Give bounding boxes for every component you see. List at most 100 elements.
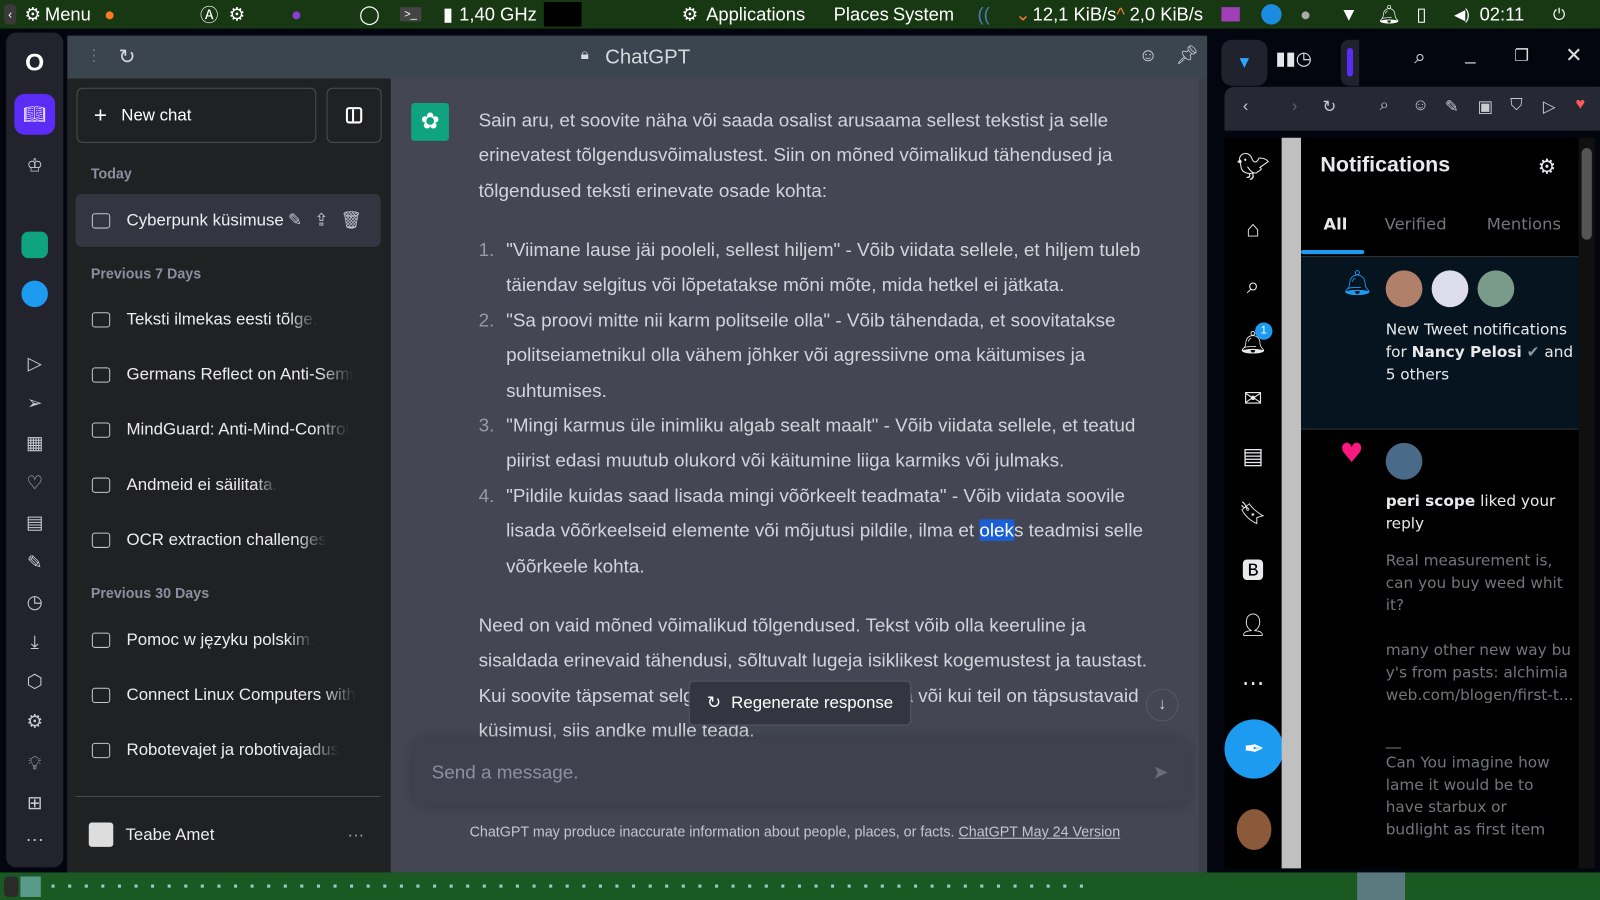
show-desktop-icon[interactable] bbox=[20, 876, 41, 897]
tab-active[interactable] bbox=[1340, 39, 1360, 86]
search-icon[interactable]: ⌕ bbox=[1414, 46, 1425, 69]
chat-item[interactable]: Pomoc w języku polskim. bbox=[76, 613, 381, 666]
avatar[interactable] bbox=[1477, 270, 1515, 308]
power-icon[interactable]: ⏻ bbox=[1553, 6, 1565, 23]
home-icon[interactable]: ⌂ bbox=[1237, 213, 1270, 246]
chatgpt-sidebar-button[interactable] bbox=[14, 224, 55, 265]
share-icon[interactable]: ⇪ bbox=[314, 210, 328, 230]
settings-icon[interactable]: ⚙ bbox=[14, 701, 55, 742]
chat-item[interactable]: Teksti ilmekas eesti tõlge. bbox=[76, 293, 381, 346]
clock[interactable]: 02:11 bbox=[1480, 4, 1525, 25]
applications-menu[interactable]: Applications bbox=[706, 4, 805, 25]
chat-item[interactable]: Connect Linux Computers with bbox=[76, 668, 381, 721]
history-icon[interactable]: ◷ bbox=[14, 582, 55, 623]
shield-icon[interactable]: ⛉ bbox=[1510, 97, 1522, 115]
hide-sidebar-button[interactable] bbox=[326, 87, 382, 143]
drag-handle-icon[interactable]: ⋮ bbox=[86, 46, 102, 66]
reader-icon[interactable]: 📖︎ bbox=[14, 93, 56, 135]
news-icon[interactable]: ▤ bbox=[14, 502, 55, 543]
player-icon[interactable]: ▷ bbox=[14, 343, 55, 384]
notification-bell-icon[interactable]: 🔔︎ bbox=[1378, 4, 1401, 25]
emoji-icon[interactable]: ☺ bbox=[1412, 97, 1429, 115]
emoji-icon[interactable]: ☺ bbox=[1139, 45, 1158, 66]
feed-scrollbar[interactable] bbox=[1578, 137, 1595, 869]
settings-gear-icon[interactable]: ⚙ bbox=[1538, 154, 1556, 180]
taskbar-window-list[interactable]: ▪▪▪▪▪▪▪▪▪▪▪▪▪▪▪▪▪▪▪▪▪▪▪▪▪▪▪▪▪▪▪▪▪▪▪▪▪▪▪▪… bbox=[51, 879, 1096, 893]
download-icon[interactable]: ⤓ bbox=[14, 621, 55, 662]
new-chat-button[interactable]: + New chat bbox=[76, 87, 317, 143]
tab-all[interactable]: All bbox=[1323, 214, 1347, 233]
more-options-icon[interactable]: ··· bbox=[347, 825, 364, 844]
panel-left-arrow[interactable]: ‹ bbox=[4, 4, 17, 25]
back-icon[interactable]: ‹ bbox=[1243, 98, 1248, 116]
close-icon[interactable]: ✕ bbox=[1565, 43, 1582, 69]
twitter-logo-icon[interactable]: 🐦︎ bbox=[1236, 150, 1270, 183]
volume-icon[interactable]: ◀) bbox=[1454, 6, 1470, 23]
places-menu[interactable]: Places bbox=[834, 4, 889, 25]
user-menu[interactable]: Teabe Amet ··· bbox=[76, 811, 381, 858]
messages-mail-icon[interactable]: ✉ bbox=[1237, 383, 1270, 416]
tor-icon[interactable]: ● bbox=[291, 4, 302, 25]
scrollbar[interactable] bbox=[1198, 78, 1208, 873]
heart-icon[interactable]: ♥ bbox=[1575, 96, 1585, 114]
account-avatar[interactable] bbox=[1236, 809, 1272, 850]
forward-icon[interactable]: › bbox=[1292, 98, 1297, 116]
compose-tweet-button[interactable]: ✒ bbox=[1224, 719, 1284, 779]
chat-item-active[interactable]: Cyberpunk küsimuse ✎ ⇪ 🗑︎ bbox=[75, 193, 381, 247]
pin-icon[interactable]: ✎ bbox=[1445, 97, 1459, 117]
crown-icon[interactable]: ♔ bbox=[14, 145, 55, 186]
tray-app-icon[interactable]: ● bbox=[1300, 4, 1311, 25]
system-menu[interactable]: System bbox=[893, 4, 954, 25]
menu-button[interactable]: Menu bbox=[45, 4, 91, 25]
twitter-blue-icon[interactable]: 🅱︎ bbox=[1237, 553, 1270, 586]
tab-mentions[interactable]: Mentions bbox=[1487, 214, 1561, 233]
taskbar-active-window[interactable] bbox=[1357, 872, 1406, 900]
notification-new-tweets[interactable]: 🔔︎ New Tweet notifications for Nancy Pel… bbox=[1301, 256, 1579, 430]
restore-icon[interactable]: ❐ bbox=[1514, 46, 1529, 66]
apps-grid-icon[interactable]: ▦ bbox=[14, 422, 55, 463]
tab-verified[interactable]: Verified bbox=[1385, 214, 1447, 233]
minimize-icon[interactable]: _ bbox=[1465, 44, 1475, 65]
send-icon[interactable]: ➢ bbox=[14, 383, 55, 424]
chat-item[interactable]: MindGuard: Anti-Mind-Control bbox=[76, 403, 381, 456]
extensions-icon[interactable]: ⬡ bbox=[14, 661, 55, 702]
edit-title-icon[interactable]: ✎ bbox=[288, 210, 302, 230]
chat-item[interactable]: Andmeid ei säilitata. bbox=[76, 458, 381, 511]
explore-search-icon[interactable]: ⌕ bbox=[1237, 269, 1270, 302]
avatar[interactable] bbox=[1385, 442, 1423, 480]
reload-icon[interactable]: ↻ bbox=[1322, 97, 1336, 117]
reload-icon[interactable]: ↻ bbox=[118, 44, 135, 70]
regenerate-response-button[interactable]: ↻ Regenerate response bbox=[688, 680, 912, 726]
send-icon[interactable]: ▷ bbox=[1543, 97, 1556, 117]
chat-item[interactable]: Robotevajet ja robotivajadus bbox=[76, 723, 381, 776]
chat-item[interactable]: Germans Reflect on Anti-Semi bbox=[76, 348, 381, 401]
terminal-icon[interactable]: >_ bbox=[399, 7, 421, 22]
more-icon[interactable]: ··· bbox=[14, 818, 55, 859]
avatar[interactable] bbox=[1385, 270, 1423, 308]
pin-icon[interactable]: 📌︎ bbox=[1176, 45, 1199, 66]
scrollbar[interactable] bbox=[1281, 137, 1302, 869]
opera-logo-icon[interactable]: O bbox=[14, 43, 55, 84]
delete-icon[interactable]: 🗑︎ bbox=[341, 211, 362, 230]
network-icon[interactable]: ▼ bbox=[1340, 4, 1358, 25]
tab-icon-diamond[interactable]: ▼ bbox=[1221, 39, 1268, 86]
firefox-icon[interactable]: ● bbox=[104, 4, 115, 25]
bookmark-icon[interactable]: 🔖︎ bbox=[1237, 497, 1270, 530]
edit-icon[interactable]: ✎ bbox=[14, 542, 55, 583]
tips-bulb-icon[interactable]: 💡︎ bbox=[14, 743, 55, 784]
tab-icons[interactable]: ▮▮◷ bbox=[1276, 48, 1312, 69]
audio-app-icon[interactable] bbox=[1221, 7, 1240, 22]
battery-icon[interactable]: ▯ bbox=[1416, 4, 1426, 25]
scroll-down-button[interactable]: ↓ bbox=[1145, 688, 1179, 722]
telegram-icon[interactable] bbox=[1261, 4, 1282, 25]
avatar[interactable] bbox=[1431, 270, 1469, 308]
opera-icon[interactable]: ◯ bbox=[359, 4, 380, 25]
zoom-out-icon[interactable]: ⌕ bbox=[1380, 97, 1389, 115]
profile-icon[interactable]: 👤︎ bbox=[1237, 609, 1270, 642]
camera-icon[interactable]: ▣ bbox=[1478, 97, 1493, 117]
add-panel-icon[interactable]: ⊞ bbox=[14, 783, 55, 824]
message-input[interactable]: Send a message. ➤ bbox=[413, 738, 1189, 807]
version-link[interactable]: ChatGPT May 24 Version bbox=[958, 823, 1120, 839]
notifications-bell-icon[interactable]: 🔔︎ 1 bbox=[1237, 322, 1273, 360]
twitter-sidebar-button[interactable] bbox=[14, 273, 55, 314]
